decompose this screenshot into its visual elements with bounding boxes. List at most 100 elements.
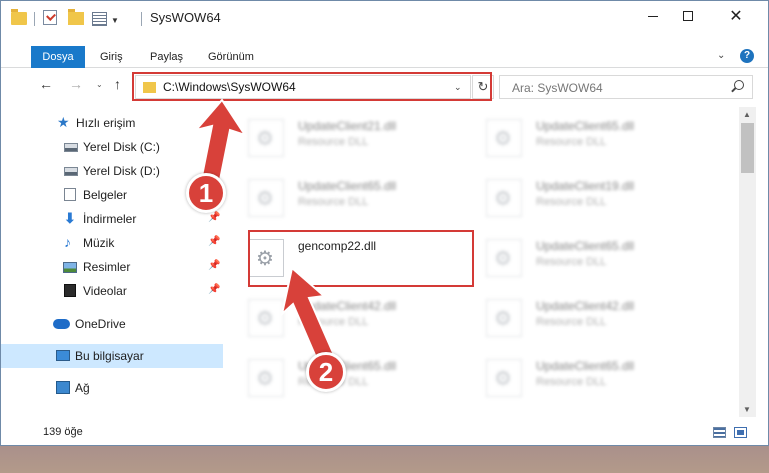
dll-file-icon <box>486 239 522 277</box>
pin-icon[interactable]: 📌 <box>208 260 220 271</box>
up-arrow-icon[interactable]: ↑ <box>114 76 121 92</box>
file-item[interactable]: UpdateClient65.dll Resource DLL <box>233 349 461 405</box>
file-name: UpdateClient42.dll <box>536 299 635 313</box>
file-name: UpdateClient21.dll <box>298 119 397 133</box>
large-icons-view-icon[interactable] <box>734 427 747 438</box>
back-arrow-icon[interactable]: ← <box>39 76 53 92</box>
maximize-button[interactable] <box>665 1 711 31</box>
file-item[interactable]: UpdateClient19.dll Resource DLL <box>471 169 699 225</box>
star-icon: ★ <box>57 114 70 130</box>
pin-icon[interactable]: 📌 <box>208 212 220 223</box>
dll-file-icon <box>248 119 284 157</box>
sidebar-item-label: OneDrive <box>75 317 126 331</box>
properties-check-icon[interactable] <box>43 10 57 25</box>
sidebar-item-label: Yerel Disk (D:) <box>83 164 160 178</box>
scroll-up-icon[interactable]: ▲ <box>743 110 751 119</box>
tab-gorunum[interactable]: Görünüm <box>208 46 254 68</box>
pictures-icon <box>63 262 77 273</box>
file-item[interactable]: UpdateClient65.dll Resource DLL <box>233 169 461 225</box>
chevron-down-icon[interactable]: ▼ <box>111 16 119 32</box>
file-item[interactable]: UpdateClient42.dll Resource DLL <box>233 289 461 345</box>
file-name: UpdateClient65.dll <box>536 239 635 253</box>
search-input[interactable]: Ara: SysWOW64 <box>499 75 753 99</box>
file-name: UpdateClient65.dll <box>298 179 397 193</box>
dll-file-icon <box>248 299 284 337</box>
toolbar-separator <box>141 12 142 26</box>
minimize-icon <box>648 15 658 17</box>
vertical-scrollbar[interactable]: ▲ ▼ <box>739 107 756 417</box>
sidebar-item-pictures[interactable]: Resimler 📌 <box>1 255 223 279</box>
file-description: Resource DLL <box>298 136 369 148</box>
expand-ribbon-chevron-icon[interactable]: ⌄ <box>717 50 725 61</box>
pin-icon[interactable]: 📌 <box>208 236 220 247</box>
sidebar-item-label: Resimler <box>83 260 131 274</box>
scroll-down-icon[interactable]: ▼ <box>743 405 751 414</box>
cloud-icon <box>53 319 70 329</box>
sidebar-item-label: Hızlı erişim <box>76 116 136 130</box>
item-count: 139 öğe <box>43 426 83 438</box>
step-badge-1: 1 <box>186 173 226 213</box>
file-item[interactable]: UpdateClient21.dll Resource DLL <box>233 109 461 165</box>
sidebar-item-videos[interactable]: Videolar 📌 <box>1 279 223 303</box>
search-icon[interactable] <box>734 80 744 90</box>
file-name: UpdateClient19.dll <box>536 179 635 193</box>
videos-icon <box>64 284 76 297</box>
downloads-icon: ⬇ <box>64 210 76 226</box>
help-icon[interactable]: ? <box>740 49 754 63</box>
file-description: Resource DLL <box>298 316 369 328</box>
tab-dosya[interactable]: Dosya <box>31 46 85 68</box>
file-description: Resource DLL <box>536 316 607 328</box>
step-badge-2: 2 <box>306 352 346 392</box>
sidebar-item-local-disk-c[interactable]: Yerel Disk (C:) <box>1 135 223 159</box>
close-button[interactable]: ✕ <box>713 1 759 31</box>
sidebar-item-network[interactable]: Ağ <box>1 376 223 400</box>
sidebar-item-label: Belgeler <box>83 188 128 202</box>
title-bar: ▼ SysWOW64 ✕ <box>1 1 768 33</box>
music-icon: ♪ <box>64 234 71 250</box>
sidebar-item-music[interactable]: ♪ Müzik 📌 <box>1 231 223 255</box>
drive-icon <box>64 167 78 176</box>
sidebar-item-label: İndirmeler <box>83 212 137 226</box>
documents-icon <box>64 188 76 201</box>
window-title: SysWOW64 <box>150 10 221 25</box>
pin-icon[interactable]: 📌 <box>208 284 220 295</box>
recent-locations-chevron-icon[interactable]: ⌄ <box>96 80 103 89</box>
ribbon-tabs: Dosya Giriş Paylaş Görünüm ⌄ ? <box>1 46 768 68</box>
status-bar: 139 öğe <box>1 421 768 445</box>
sidebar-item-label: Videolar <box>83 284 127 298</box>
file-description: Resource DLL <box>536 196 607 208</box>
dll-file-icon <box>486 119 522 157</box>
address-highlight-box <box>132 72 492 101</box>
sidebar-item-label: Ağ <box>75 381 90 395</box>
new-folder-icon[interactable] <box>68 9 84 25</box>
tab-paylas[interactable]: Paylaş <box>150 46 183 68</box>
dll-file-icon <box>486 299 522 337</box>
scrollbar-thumb[interactable] <box>741 123 754 173</box>
forward-arrow-icon[interactable]: → <box>69 76 83 92</box>
folder-icon <box>11 9 27 25</box>
network-icon <box>56 381 70 394</box>
file-description: Resource DLL <box>536 136 607 148</box>
file-item[interactable]: UpdateClient42.dll Resource DLL <box>471 289 699 345</box>
details-view-icon[interactable] <box>713 427 726 438</box>
dll-file-icon <box>486 359 522 397</box>
sidebar-item-downloads[interactable]: ⬇ İndirmeler 📌 <box>1 207 223 231</box>
sidebar-item-quick-access[interactable]: ★ Hızlı erişim <box>1 111 223 135</box>
file-item[interactable]: UpdateClient65.dll Resource DLL <box>471 109 699 165</box>
quick-access-menu-icon[interactable] <box>92 12 107 26</box>
dll-file-icon <box>248 359 284 397</box>
sidebar-item-this-pc[interactable]: Bu bilgisayar <box>1 344 223 368</box>
file-highlight-box <box>248 230 474 287</box>
file-name: UpdateClient65.dll <box>536 359 635 373</box>
sidebar-item-label: Müzik <box>83 236 115 250</box>
computer-icon <box>56 350 70 361</box>
file-item[interactable]: UpdateClient65.dll Resource DLL <box>471 229 699 285</box>
sidebar-item-onedrive[interactable]: OneDrive <box>1 312 223 336</box>
dll-file-icon <box>486 179 522 217</box>
file-item[interactable]: UpdateClient65.dll Resource DLL <box>471 349 699 405</box>
file-name: UpdateClient42.dll <box>298 299 397 313</box>
file-name: UpdateClient65.dll <box>536 119 635 133</box>
drive-icon <box>64 143 78 152</box>
file-description: Resource DLL <box>536 376 607 388</box>
tab-giris[interactable]: Giriş <box>100 46 123 68</box>
